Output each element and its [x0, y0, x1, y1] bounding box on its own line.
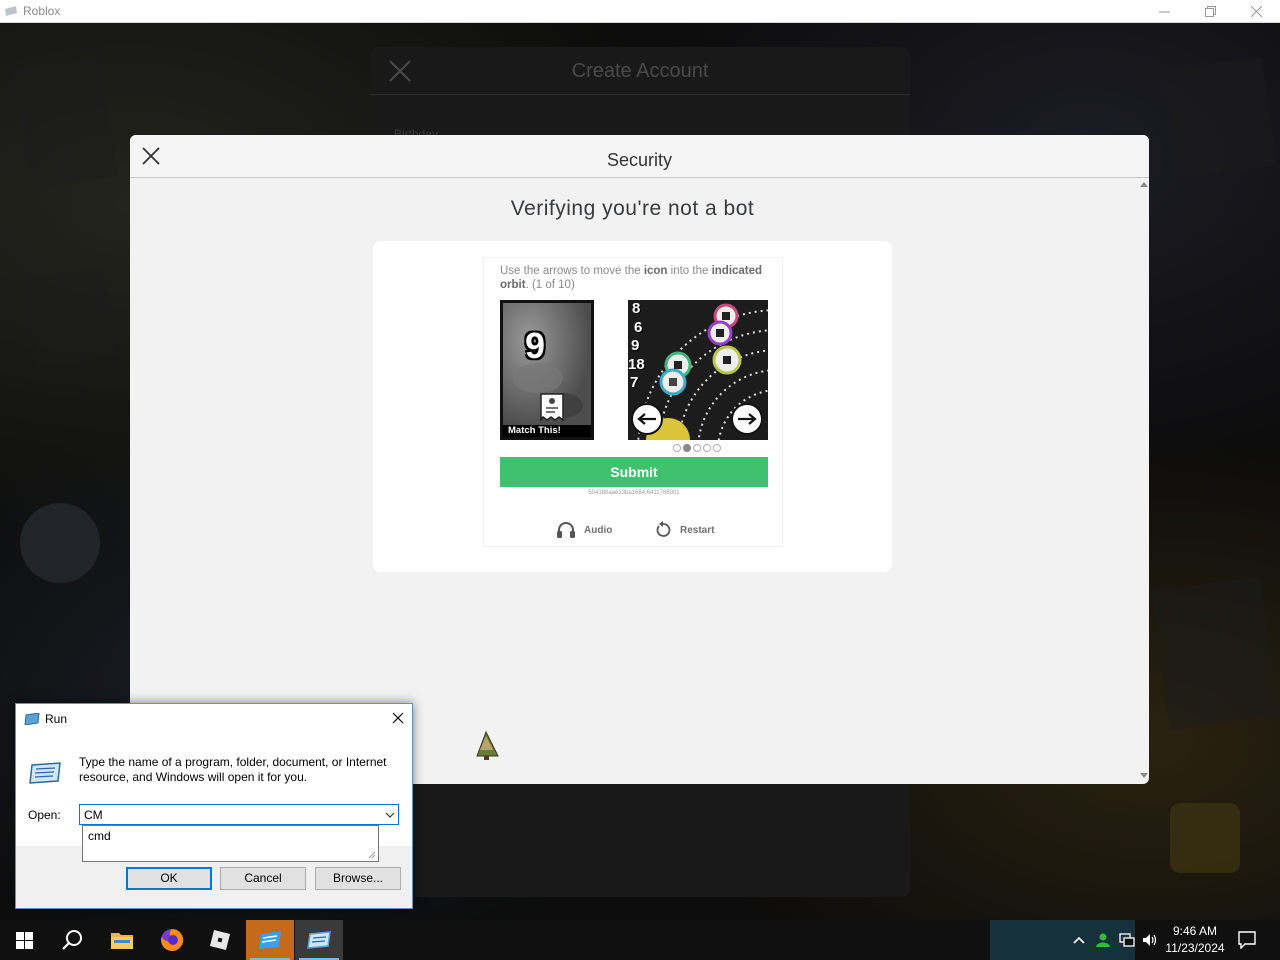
clock-date: 11/23/2024: [1165, 941, 1225, 955]
restart-button[interactable]: Restart: [654, 521, 714, 539]
captcha-instructions: Use the arrows to move the icon into the…: [500, 264, 770, 292]
captcha-card: Use the arrows to move the icon into the…: [373, 241, 892, 572]
roblox-button[interactable]: [196, 920, 244, 960]
network-icon[interactable]: [1119, 932, 1135, 948]
audio-label: Audio: [584, 524, 613, 536]
run-taskbar-button[interactable]: [295, 920, 343, 960]
background-tile: [1150, 576, 1280, 730]
submit-button[interactable]: Submit: [500, 457, 768, 487]
restore-icon: [1204, 6, 1216, 17]
background-tile: [12, 57, 118, 189]
match-target-image: 9 Match This!: [500, 300, 594, 440]
move-right-button[interactable]: [731, 403, 763, 435]
orbit-number-label: 18: [628, 356, 645, 373]
security-header: Security: [130, 135, 1149, 178]
firefox-button[interactable]: [148, 920, 196, 960]
user-tray-icon[interactable]: [1095, 932, 1111, 948]
window-title: Roblox: [23, 4, 61, 18]
pagination-dot: [673, 444, 681, 452]
restore-button[interactable]: [1187, 0, 1233, 23]
file-explorer-button[interactable]: [98, 920, 146, 960]
restart-icon: [656, 521, 671, 537]
background-tile: [1162, 56, 1278, 180]
chevron-up-icon[interactable]: [1071, 932, 1087, 948]
run-dialog: Run Type the name of a program, folder, …: [15, 703, 413, 909]
orbit-puzzle-image: 8 6 9 18 7: [628, 300, 768, 440]
scrollbar[interactable]: [1139, 181, 1149, 781]
pagination-dot-active: [683, 444, 691, 452]
create-account-header: Create Account: [370, 47, 910, 95]
cancel-button[interactable]: Cancel: [220, 867, 306, 890]
open-combobox[interactable]: [79, 804, 399, 825]
create-account-title: Create Account: [571, 60, 709, 82]
match-caption: Match This!: [503, 425, 591, 437]
firefox-icon: [161, 928, 184, 951]
run-description: Type the name of a program, folder, docu…: [79, 755, 387, 784]
minimize-icon: [1158, 11, 1170, 13]
pagination-dot: [693, 444, 701, 452]
run-icon: [24, 713, 40, 725]
instruction-text: into the: [667, 265, 712, 277]
background-character: [20, 503, 100, 583]
headphones-icon: [557, 522, 575, 538]
start-icon: [15, 931, 33, 949]
arrow-left-icon: [637, 413, 656, 425]
audio-button[interactable]: Audio: [556, 521, 612, 539]
arrow-right-icon: [738, 413, 757, 425]
captcha-challenge: Use the arrows to move the icon into the…: [483, 257, 783, 547]
cloud: [513, 363, 563, 393]
security-dialog: Security Verifying you're not a bot Use …: [130, 135, 1149, 784]
roblox-studio-icon: [259, 931, 281, 949]
instruction-icon-word: icon: [643, 265, 668, 277]
autocomplete-option[interactable]: cmd: [88, 829, 111, 843]
instruction-text: Use the arrows to move the: [500, 265, 644, 277]
run-icon: [307, 931, 331, 949]
search-button[interactable]: [48, 920, 96, 960]
session-id: 504180aae13ba1684.6411788001: [588, 490, 680, 496]
roblox-app-icon: [5, 6, 17, 16]
open-label: Open:: [28, 808, 61, 822]
roblox-titlebar: Roblox: [0, 0, 1280, 23]
receipt-icon: [540, 393, 564, 423]
autocomplete-dropdown: cmd: [82, 825, 379, 862]
challenge-pagination: [673, 444, 721, 452]
start-button[interactable]: [0, 920, 48, 960]
open-input[interactable]: [84, 807, 374, 823]
close-window-button[interactable]: [1233, 0, 1279, 23]
clock-time: 9:46 AM: [1172, 924, 1218, 938]
match-number: 9: [525, 325, 546, 366]
tray-highlight: [990, 920, 1135, 960]
pagination-dot: [703, 444, 711, 452]
restart-label: Restart: [680, 524, 715, 536]
file-explorer-icon: [111, 933, 133, 949]
background-character: [1170, 803, 1240, 873]
pagination-dot: [713, 444, 721, 452]
taskbar: 9:46 AM 11/23/2024: [0, 920, 1280, 960]
orbit-number-label: 8: [632, 300, 641, 317]
orbit-number-label: 9: [631, 337, 640, 354]
move-left-button[interactable]: [631, 403, 663, 435]
roblox-icon: [210, 930, 230, 950]
run-program-icon: [29, 762, 61, 784]
security-title: Security: [606, 150, 673, 170]
system-clock[interactable]: 9:46 AM 11/23/2024: [1160, 923, 1230, 957]
resize-grip-icon[interactable]: [367, 850, 376, 859]
close-icon: [1250, 6, 1262, 17]
ok-button[interactable]: OK: [126, 867, 212, 890]
browse-button[interactable]: Browse...: [315, 867, 401, 890]
minimize-button[interactable]: [1141, 0, 1187, 23]
chevron-down-icon[interactable]: [385, 810, 395, 820]
run-title: Run: [45, 712, 68, 726]
search-icon: [62, 930, 82, 950]
volume-icon[interactable]: [1142, 932, 1158, 948]
roblox-studio-button[interactable]: [246, 920, 294, 960]
instruction-progress: . (1 of 10): [525, 279, 575, 291]
notification-icon[interactable]: [1238, 931, 1256, 949]
background-tile: [24, 267, 116, 369]
verification-heading: Verifying you're not a bot: [510, 197, 755, 220]
orbit-number-label: 7: [630, 374, 639, 391]
tree-cursor-icon: [476, 730, 499, 760]
close-icon[interactable]: [392, 712, 404, 724]
orbit-number-label: 6: [634, 319, 643, 336]
